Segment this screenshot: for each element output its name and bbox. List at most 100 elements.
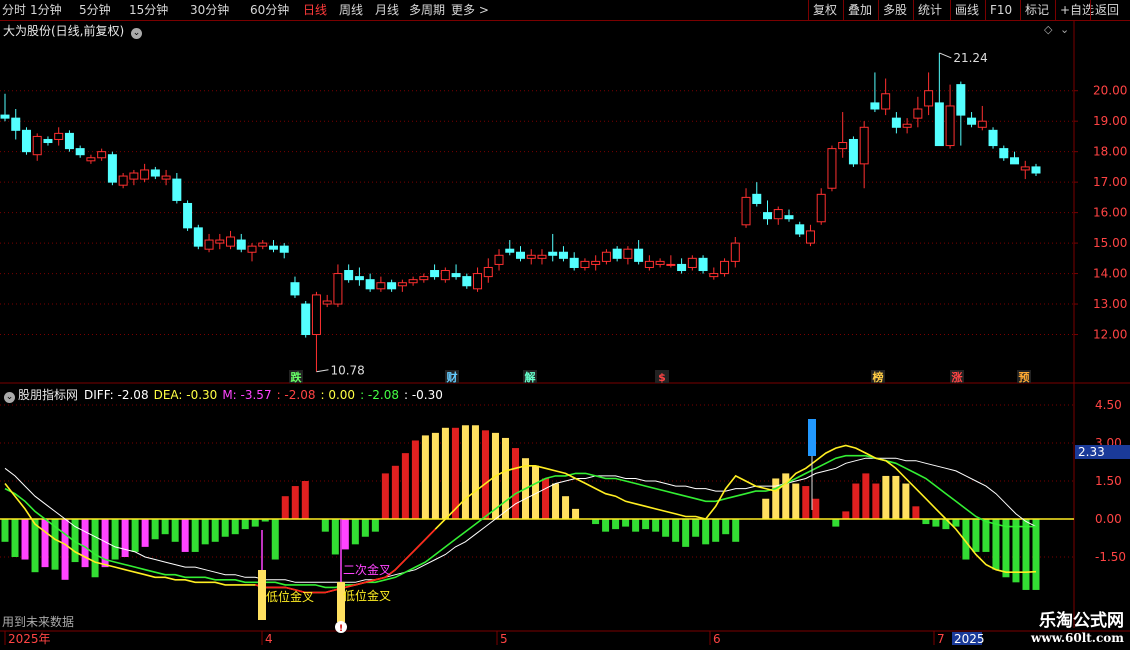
candle-body: [107, 154, 117, 183]
candle-body: [505, 248, 515, 253]
candle-body: [655, 260, 665, 265]
histogram-bar: [281, 496, 289, 519]
candle-body: [150, 169, 160, 177]
candle-body: [827, 148, 837, 189]
histogram-bar: [682, 519, 690, 547]
histogram-bar: [21, 519, 29, 560]
candle-body: [247, 245, 257, 253]
histogram-bar: [501, 437, 509, 519]
histogram-bar: [692, 519, 700, 537]
candle-body: [161, 175, 171, 180]
candle-body: [709, 273, 719, 278]
histogram-bar: [952, 519, 960, 527]
histogram-bar: [91, 519, 99, 578]
candle-body: [612, 248, 622, 259]
event-marker: 涨: [952, 370, 963, 384]
price-tick-label: 13.00: [1093, 297, 1127, 311]
candle-body: [268, 245, 278, 250]
event-marker: 解: [525, 370, 536, 384]
histogram-bar: [291, 486, 299, 519]
candle-body: [494, 254, 504, 265]
histogram-bar: [812, 498, 820, 519]
histogram-bar: [992, 519, 1000, 570]
indicator-tick-label: -1.50: [1095, 550, 1126, 564]
candle-body: [462, 276, 472, 287]
histogram-bar: [732, 519, 740, 542]
histogram-bar: [622, 519, 630, 527]
future-data-note: 用到未来数据: [2, 614, 74, 629]
histogram-bar: [662, 519, 670, 537]
dea-line: [4, 454, 1036, 589]
event-marker: 财: [446, 370, 458, 384]
histogram-bar: [321, 519, 329, 532]
candle-body: [763, 212, 773, 220]
histogram-bar: [141, 519, 149, 547]
histogram-bar: [1032, 519, 1040, 590]
price-tick-label: 14.00: [1093, 267, 1127, 281]
candle-body: [838, 142, 848, 150]
candle-body: [322, 300, 332, 305]
indicator-slow-line: [4, 457, 1037, 583]
price-tick-label: 16.00: [1093, 206, 1127, 220]
candle-body: [945, 105, 955, 147]
candle-body: [408, 279, 418, 284]
histogram-bar: [381, 473, 389, 519]
histogram-bar: [151, 519, 159, 540]
candle-body: [226, 236, 236, 247]
candle-body: [730, 242, 740, 262]
price-tick-label: 18.00: [1093, 145, 1127, 159]
histogram-bar: [882, 475, 890, 519]
high-marker-line: [939, 52, 952, 59]
histogram-bar: [772, 478, 780, 519]
price-tick-label: 19.00: [1093, 114, 1127, 128]
candle-body: [859, 126, 869, 165]
cross-label-1: 低位金叉: [266, 589, 314, 604]
histogram-bar: [892, 475, 900, 519]
histogram-bar: [61, 519, 69, 580]
candle-body: [258, 242, 268, 247]
histogram-bar: [211, 519, 219, 542]
price-tick-label: 12.00: [1093, 328, 1127, 342]
histogram-bar: [792, 483, 800, 519]
candle-body: [86, 157, 96, 162]
cross-label-2: 低位金叉: [343, 588, 391, 603]
candle-body: [516, 251, 525, 259]
candle-body: [0, 114, 10, 119]
watermark: 乐淘公式网 www.60lt.com: [1031, 606, 1124, 645]
candle-body: [644, 260, 654, 268]
histogram-bar: [271, 519, 279, 560]
watermark-title: 乐淘公式网: [1039, 611, 1124, 631]
histogram-bar: [762, 498, 770, 519]
candle-body: [752, 193, 762, 204]
candle-body: [1020, 166, 1030, 171]
stock-chart[interactable]: 20.00 19.00 18.00 17.00 16.00 15.00 14.00 13.00…: [0, 0, 1130, 650]
histogram-bar: [852, 483, 860, 519]
candle-body: [580, 260, 590, 268]
candle-body: [193, 227, 203, 247]
candle-body: [451, 273, 461, 278]
histogram-bar: [411, 440, 419, 519]
price-tick-label: 17.00: [1093, 175, 1127, 189]
histogram-bar: [421, 435, 429, 519]
event-marker: 跌: [291, 370, 303, 384]
price-tick-label: 15.00: [1093, 236, 1127, 250]
histogram-bar: [912, 506, 920, 519]
candle-body: [140, 169, 150, 180]
histogram-bar: [712, 519, 720, 542]
current-date-label: 2025: [954, 632, 985, 646]
histogram-bar: [241, 519, 249, 530]
watermark-url: www.60lt.com: [1031, 631, 1124, 645]
candle-body: [891, 117, 901, 128]
histogram-bar: [1002, 519, 1010, 578]
histogram-bar: [41, 519, 49, 568]
histogram-bar: [932, 519, 940, 527]
histogram-bar: [351, 519, 359, 545]
histogram-bar: [11, 519, 19, 557]
candle-body: [848, 138, 858, 165]
candle-body: [483, 266, 493, 278]
candle-body: [956, 84, 966, 116]
candle-body: [97, 151, 107, 159]
histogram-bar: [461, 425, 469, 519]
candle-body: [172, 178, 182, 201]
indicator-tick-label: 0.00: [1095, 512, 1122, 526]
